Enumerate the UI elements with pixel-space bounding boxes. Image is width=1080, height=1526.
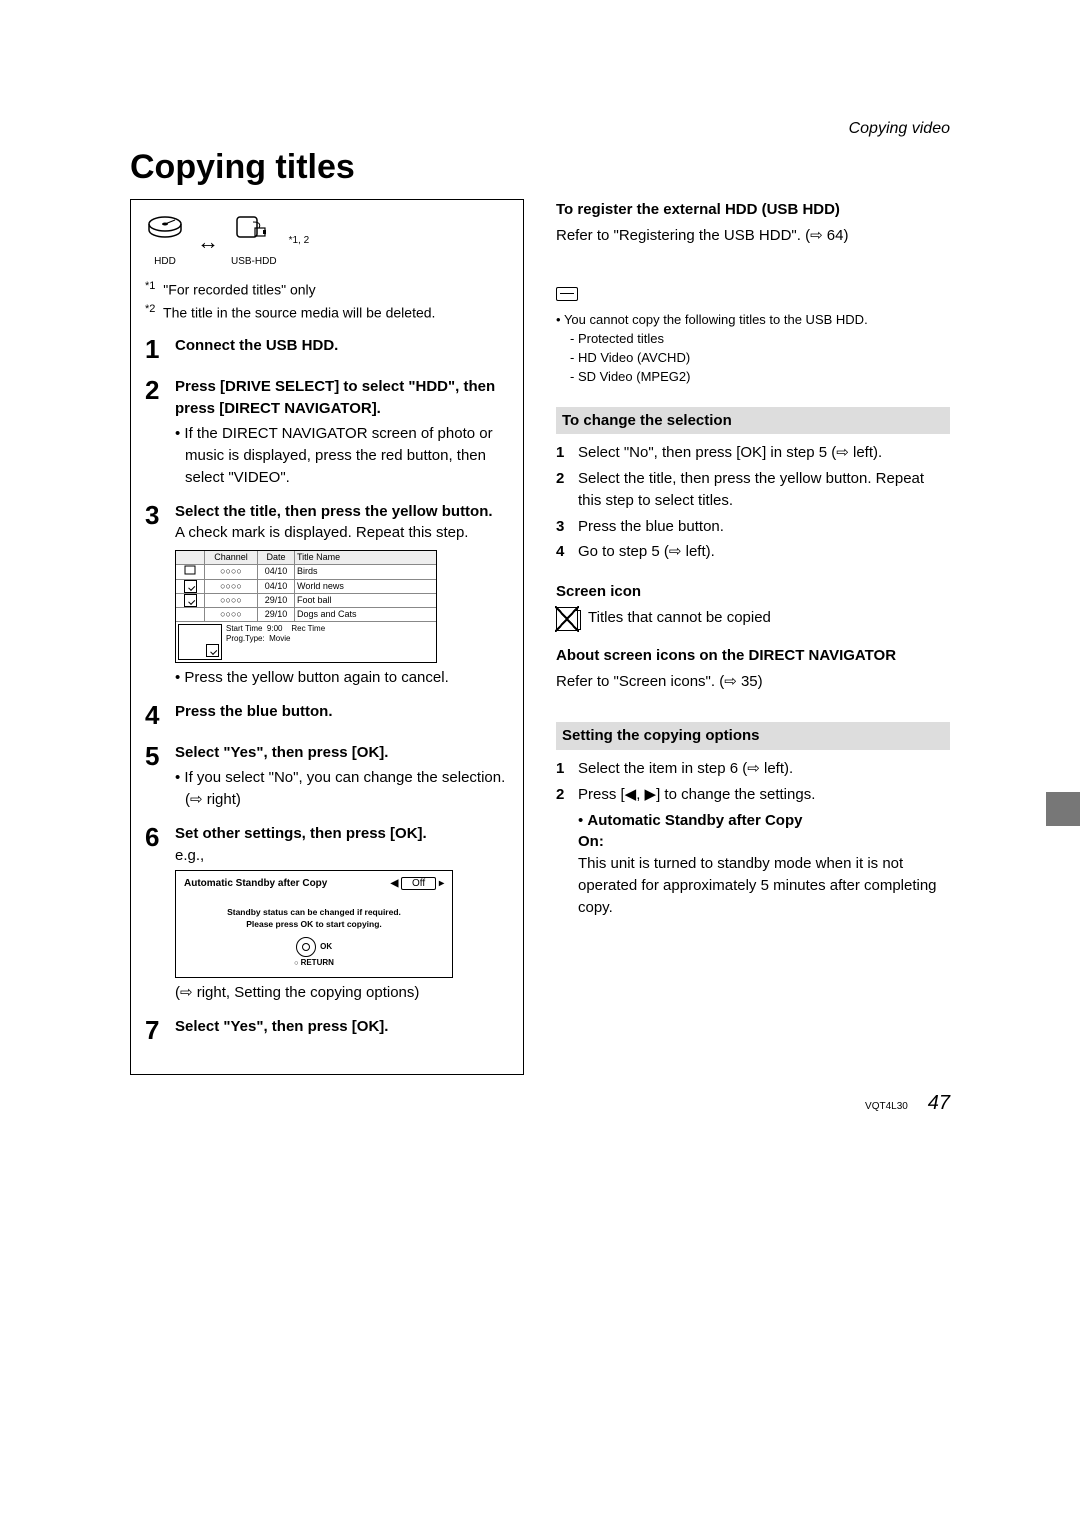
change-selection-list: Select "No", then press [OK] in step 5 (… — [556, 442, 950, 563]
double-arrow-icon: ↔ — [197, 226, 219, 258]
page-footer: VQT4L30 47 — [865, 1092, 950, 1115]
cross-ref: right, Setting the copying options — [175, 982, 509, 1004]
cannot-copy-icon — [556, 607, 578, 631]
hdd-icon: HDD — [145, 214, 185, 269]
register-heading: To register the external HDD (USB HDD) — [556, 199, 950, 221]
usb-hdd-icon: USB-HDD — [231, 214, 277, 269]
step-4: 4 Press the blue button. — [145, 701, 509, 730]
about-icons-heading: About screen icons on the DIRECT NAVIGAT… — [556, 645, 950, 667]
section-tab — [1046, 792, 1080, 826]
dpad-icon — [296, 937, 316, 957]
step-5: 5 Select "Yes", then press [OK]. If you … — [145, 742, 509, 811]
table-row: ○○○○ 04/10 World news — [176, 579, 436, 593]
table-row: ○○○○ 04/10 Birds — [176, 564, 436, 579]
table-row: ○○○○ 29/10 Foot ball — [176, 593, 436, 607]
step-3: 3 Select the title, then press the yello… — [145, 501, 509, 690]
step-7: 7 Select "Yes", then press [OK]. — [145, 1016, 509, 1045]
footnote-2: *2 The title in the source media will be… — [145, 302, 509, 323]
table-row: ○○○○ 29/10 Dogs and Cats — [176, 607, 436, 621]
check-icon — [184, 594, 197, 607]
title-list-table: Channel Date Title Name ○○○○ 04/10 Birds — [175, 550, 437, 663]
screen-icon-heading: Screen icon — [556, 581, 950, 603]
change-selection-heading: To change the selection — [556, 407, 950, 435]
step-2: 2 Press [DRIVE SELECT] to select "HDD", … — [145, 376, 509, 489]
breadcrumb: Copying video — [130, 120, 950, 138]
setting-options-list: Select the item in step 6 (⇨ left). Pres… — [556, 758, 950, 806]
hdd-label: HDD — [145, 255, 185, 270]
usb-hdd-label: USB-HDD — [231, 255, 277, 270]
page-title: Copying titles — [130, 148, 950, 187]
step-1: 1 Connect the USB HDD. — [145, 335, 509, 364]
footnote-1: *1 "For recorded titles" only — [145, 279, 509, 300]
check-icon — [206, 644, 219, 657]
page: Copying video Copying titles HDD ↔ — [0, 0, 1080, 1155]
setting-options-heading: Setting the copying options — [556, 722, 950, 750]
auto-standby-block: Automatic Standby after Copy On: This un… — [556, 810, 950, 919]
thumbnail-preview — [178, 624, 222, 660]
register-body: Refer to "Registering the USB HDD". (⇨ 6… — [556, 225, 950, 247]
step-6: 6 Set other settings, then press [OK]. e… — [145, 823, 509, 1004]
source-dest-icons: HDD ↔ USB-HDD *1, 2 — [145, 214, 509, 269]
footnote-marks: *1, 2 — [289, 234, 310, 249]
standby-dialog: Automatic Standby after Copy ◀ Off ▸ Sta… — [175, 870, 453, 977]
check-icon — [184, 580, 197, 593]
procedure-box: HDD ↔ USB-HDD *1, 2 — [130, 199, 524, 1075]
note-icon — [556, 287, 578, 301]
note-list: You cannot copy the following titles to … — [556, 311, 950, 386]
